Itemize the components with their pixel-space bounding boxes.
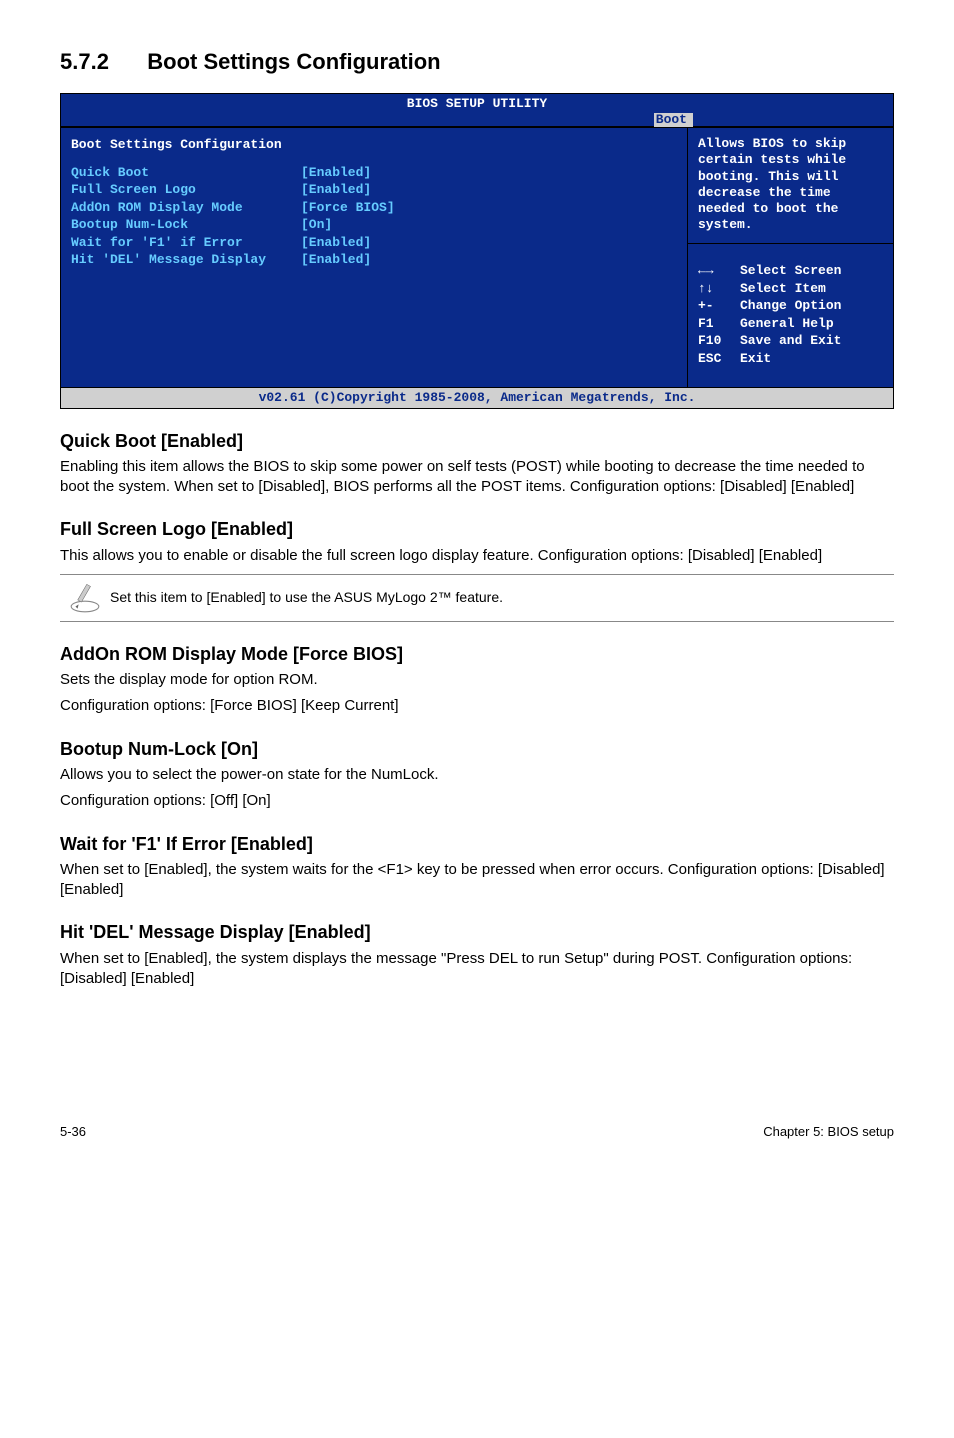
subsection-heading: Quick Boot [Enabled]: [60, 429, 894, 453]
bios-title-bar: BIOS SETUP UTILITY Boot: [61, 94, 893, 128]
bios-nav-key: F10: [698, 332, 740, 350]
bios-setting-value: [Enabled]: [301, 251, 371, 269]
bios-help-text: Allows BIOS to skip certain tests while …: [688, 128, 893, 243]
bios-nav-row: F10Save and Exit: [698, 332, 883, 350]
bios-setting-label: AddOn ROM Display Mode: [71, 199, 301, 217]
body-paragraph: When set to [Enabled], the system waits …: [60, 860, 894, 901]
body-paragraph: Enabling this item allows the BIOS to sk…: [60, 457, 894, 498]
bios-nav-key: ESC: [698, 350, 740, 368]
bios-left-pane: Boot Settings Configuration Quick Boot[E…: [61, 127, 688, 387]
bios-nav-row: +-Change Option: [698, 297, 883, 315]
bios-setting-label: Full Screen Logo: [71, 181, 301, 199]
bios-nav-key: F1: [698, 315, 740, 333]
bios-body: Boot Settings Configuration Quick Boot[E…: [61, 127, 893, 387]
body-paragraph: Configuration options: [Force BIOS] [Kee…: [60, 696, 894, 716]
bios-footer: v02.61 (C)Copyright 1985-2008, American …: [61, 387, 893, 408]
bios-right-pane: Allows BIOS to skip certain tests while …: [688, 127, 893, 387]
bios-setting-row: AddOn ROM Display Mode[Force BIOS]: [71, 199, 677, 217]
bios-nav-row: ↑↓Select Item: [698, 280, 883, 298]
bios-setting-label: Quick Boot: [71, 164, 301, 182]
body-paragraph: Sets the display mode for option ROM.: [60, 670, 894, 690]
body-paragraph: Allows you to select the power-on state …: [60, 765, 894, 785]
bios-nav-label: Select Item: [740, 280, 826, 298]
section-title: Boot Settings Configuration: [147, 49, 440, 74]
bios-setting-row: Full Screen Logo[Enabled]: [71, 181, 677, 199]
bios-nav-row: ESCExit: [698, 350, 883, 368]
section-number: 5.7.2: [60, 47, 109, 77]
bios-nav-key: +-: [698, 297, 740, 315]
body-paragraph: This allows you to enable or disable the…: [60, 546, 894, 566]
bios-setting-label: Wait for 'F1' if Error: [71, 234, 301, 252]
bios-nav-label: Exit: [740, 350, 771, 368]
bios-nav-label: Save and Exit: [740, 332, 841, 350]
bios-nav-row: ←→Select Screen: [698, 262, 883, 280]
section-heading: 5.7.2 Boot Settings Configuration: [60, 40, 894, 81]
bios-setting-row: Bootup Num-Lock[On]: [71, 216, 677, 234]
bios-setting-value: [Enabled]: [301, 181, 371, 199]
bios-setting-value: [On]: [301, 216, 332, 234]
bios-nav-label: General Help: [740, 315, 834, 333]
subsection-heading: Full Screen Logo [Enabled]: [60, 517, 894, 541]
bios-tab-row: Boot: [61, 112, 893, 126]
bios-setting-row: Wait for 'F1' if Error[Enabled]: [71, 234, 677, 252]
bios-setting-value: [Force BIOS]: [301, 199, 395, 217]
pencil-icon: [60, 581, 110, 615]
bios-screenshot: BIOS SETUP UTILITY Boot Boot Settings Co…: [60, 93, 894, 409]
bios-nav-label: Change Option: [740, 297, 841, 315]
bios-nav-row: F1General Help: [698, 315, 883, 333]
subsection-heading: Wait for 'F1' If Error [Enabled]: [60, 832, 894, 856]
bios-setting-label: Bootup Num-Lock: [71, 216, 301, 234]
subsection-heading: Hit 'DEL' Message Display [Enabled]: [60, 920, 894, 944]
bios-setting-row: Hit 'DEL' Message Display[Enabled]: [71, 251, 677, 269]
bios-setting-row: Quick Boot[Enabled]: [71, 164, 677, 182]
note-text: Set this item to [Enabled] to use the AS…: [110, 588, 894, 607]
note-box: Set this item to [Enabled] to use the AS…: [60, 574, 894, 622]
body-paragraph: When set to [Enabled], the system displa…: [60, 949, 894, 990]
page-number: 5-36: [60, 1123, 86, 1141]
bios-nav-key: ←→: [698, 262, 740, 280]
subsection-heading: AddOn ROM Display Mode [Force BIOS]: [60, 642, 894, 666]
body-paragraph: Configuration options: [Off] [On]: [60, 791, 894, 811]
bios-setting-label: Hit 'DEL' Message Display: [71, 251, 301, 269]
bios-config-title: Boot Settings Configuration: [71, 136, 677, 154]
bios-nav-key: ↑↓: [698, 280, 740, 298]
subsection-heading: Bootup Num-Lock [On]: [60, 737, 894, 761]
bios-setting-value: [Enabled]: [301, 234, 371, 252]
bios-nav-label: Select Screen: [740, 262, 841, 280]
chapter-label: Chapter 5: BIOS setup: [763, 1123, 894, 1141]
page-footer: 5-36 Chapter 5: BIOS setup: [60, 1119, 894, 1141]
bios-title: BIOS SETUP UTILITY: [407, 96, 547, 111]
bios-tab-boot: Boot: [654, 113, 693, 127]
bios-nav-help: ←→Select Screen↑↓Select Item+-Change Opt…: [688, 243, 893, 387]
bios-config-rows: Quick Boot[Enabled]Full Screen Logo[Enab…: [71, 164, 677, 269]
bios-setting-value: [Enabled]: [301, 164, 371, 182]
